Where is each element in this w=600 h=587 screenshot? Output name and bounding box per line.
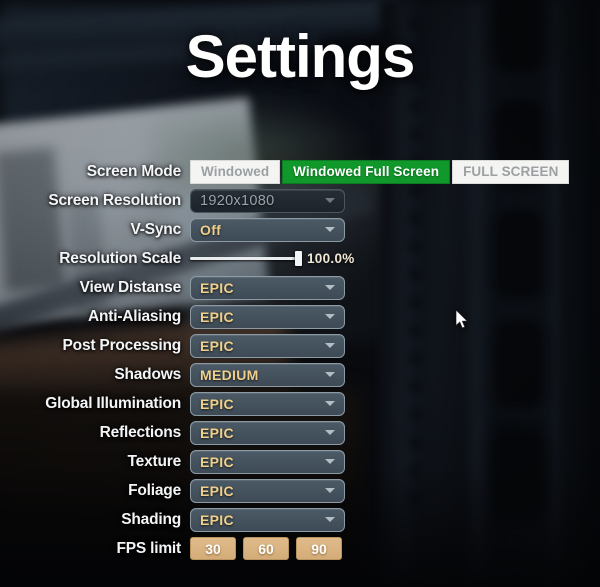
screen-mode-option-windowed[interactable]: Windowed	[190, 159, 281, 184]
chevron-down-icon	[325, 430, 335, 435]
dropdown-value-v-sync: Off	[200, 221, 222, 238]
dropdown-anti-aliasing[interactable]: EPIC	[190, 304, 345, 329]
settings-row-shading: Shading EPIC	[0, 505, 600, 534]
chevron-down-icon	[325, 343, 335, 348]
settings-label-shadows: Shadows	[114, 365, 181, 383]
dropdown-v-sync[interactable]: Off	[190, 217, 345, 242]
settings-label-screen-mode: Screen Mode	[86, 162, 181, 180]
settings-row-screen-resolution: Screen Resolution 1920x1080	[0, 186, 600, 215]
settings-row-fps-limit: FPS limit 30 60 90	[0, 534, 600, 563]
settings-control-v-sync: Off	[190, 215, 345, 244]
chevron-down-icon	[325, 372, 335, 377]
chevron-down-icon	[325, 314, 335, 319]
settings-control-screen-resolution: 1920x1080	[190, 186, 345, 215]
screen-mode-button-group: Windowed Windowed Full Screen FULL SCREEN	[190, 159, 570, 184]
fps-limit-button-group: 30 60 90	[190, 537, 342, 560]
dropdown-value-texture: EPIC	[200, 453, 234, 470]
settings-row-screen-mode: Screen Mode Windowed Windowed Full Screen F…	[0, 157, 600, 186]
chevron-down-icon	[325, 285, 335, 290]
mouse-pointer-icon	[456, 310, 469, 329]
chevron-down-icon	[325, 459, 335, 464]
settings-row-v-sync: V-Sync Off	[0, 215, 600, 244]
chevron-down-icon	[325, 517, 335, 522]
chevron-down-icon	[325, 227, 335, 232]
settings-label-reflections: Reflections	[99, 423, 182, 441]
settings-control-resolution-scale: 100.0%	[190, 244, 355, 273]
dropdown-value-anti-aliasing: EPIC	[200, 308, 234, 325]
fps-limit-option-60[interactable]: 60	[243, 537, 289, 560]
slider-resolution-scale: 100.0%	[190, 251, 355, 266]
chevron-down-icon	[325, 198, 335, 203]
settings-control-shading: EPIC	[190, 505, 345, 534]
dropdown-view-distanse[interactable]: EPIC	[190, 275, 345, 300]
settings-screen: Settings Screen Mode Windowed Windowed Ful…	[0, 0, 600, 587]
dropdown-shading[interactable]: EPIC	[190, 507, 345, 532]
dropdown-value-screen-resolution: 1920x1080	[200, 192, 275, 209]
settings-row-anti-aliasing: Anti-Aliasing EPIC	[0, 302, 600, 331]
settings-control-reflections: EPIC	[190, 418, 345, 447]
settings-label-global-illumination: Global Illumination	[45, 394, 181, 412]
chevron-down-icon	[325, 401, 335, 406]
dropdown-shadows[interactable]: MEDIUM	[190, 362, 345, 387]
dropdown-value-shading: EPIC	[200, 511, 234, 528]
settings-label-anti-aliasing: Anti-Aliasing	[88, 307, 181, 325]
dropdown-foliage[interactable]: EPIC	[190, 478, 345, 503]
settings-label-post-processing: Post Processing	[62, 336, 182, 354]
slider-track[interactable]	[190, 251, 302, 266]
settings-label-v-sync: V-Sync	[130, 220, 182, 238]
screen-mode-option-windowed-full-screen[interactable]: Windowed Full Screen	[282, 159, 451, 184]
settings-label-texture: Texture	[127, 452, 182, 470]
settings-row-resolution-scale: Resolution Scale 100.0%	[0, 244, 600, 273]
dropdown-post-processing[interactable]: EPIC	[190, 333, 345, 358]
dropdown-value-global-illumination: EPIC	[200, 395, 234, 412]
settings-label-screen-resolution: Screen Resolution	[48, 191, 181, 209]
settings-control-screen-mode: Windowed Windowed Full Screen FULL SCREEN	[190, 157, 570, 186]
settings-row-global-illumination: Global Illumination EPIC	[0, 389, 600, 418]
page-title: Settings	[185, 23, 416, 90]
settings-control-shadows: MEDIUM	[190, 360, 345, 389]
chevron-down-icon	[325, 488, 335, 493]
slider-handle[interactable]	[295, 251, 302, 266]
settings-control-fps-limit: 30 60 90	[190, 534, 342, 563]
dropdown-value-post-processing: EPIC	[200, 337, 234, 354]
settings-label-shading: Shading	[121, 510, 181, 528]
settings-label-view-distanse: View Distanse	[79, 278, 182, 296]
settings-label-resolution-scale: Resolution Scale	[59, 249, 181, 267]
fps-limit-option-90[interactable]: 90	[296, 537, 342, 560]
settings-row-reflections: Reflections EPIC	[0, 418, 600, 447]
dropdown-value-reflections: EPIC	[200, 424, 234, 441]
fps-limit-option-30[interactable]: 30	[190, 537, 236, 560]
dropdown-global-illumination[interactable]: EPIC	[190, 391, 345, 416]
settings-control-anti-aliasing: EPIC	[190, 302, 345, 331]
settings-control-post-processing: EPIC	[190, 331, 345, 360]
dropdown-value-foliage: EPIC	[200, 482, 234, 499]
settings-label-foliage: Foliage	[128, 481, 181, 499]
dropdown-value-shadows: MEDIUM	[200, 366, 259, 383]
screen-mode-option-full-screen[interactable]: FULL SCREEN	[452, 159, 570, 184]
settings-row-shadows: Shadows MEDIUM	[0, 360, 600, 389]
settings-row-view-distanse: View Distanse EPIC	[0, 273, 600, 302]
dropdown-texture[interactable]: EPIC	[190, 449, 345, 474]
settings-control-foliage: EPIC	[190, 476, 345, 505]
settings-list: Screen Mode Windowed Windowed Full Screen F…	[0, 157, 600, 563]
settings-row-foliage: Foliage EPIC	[0, 476, 600, 505]
settings-row-texture: Texture EPIC	[0, 447, 600, 476]
slider-value: 100.0%	[307, 251, 355, 266]
settings-control-view-distanse: EPIC	[190, 273, 345, 302]
settings-row-post-processing: Post Processing EPIC	[0, 331, 600, 360]
dropdown-reflections[interactable]: EPIC	[190, 420, 345, 445]
settings-control-texture: EPIC	[190, 447, 345, 476]
dropdown-screen-resolution[interactable]: 1920x1080	[190, 188, 345, 213]
settings-control-global-illumination: EPIC	[190, 389, 345, 418]
settings-label-fps-limit: FPS limit	[116, 539, 181, 557]
dropdown-value-view-distanse: EPIC	[200, 279, 234, 296]
